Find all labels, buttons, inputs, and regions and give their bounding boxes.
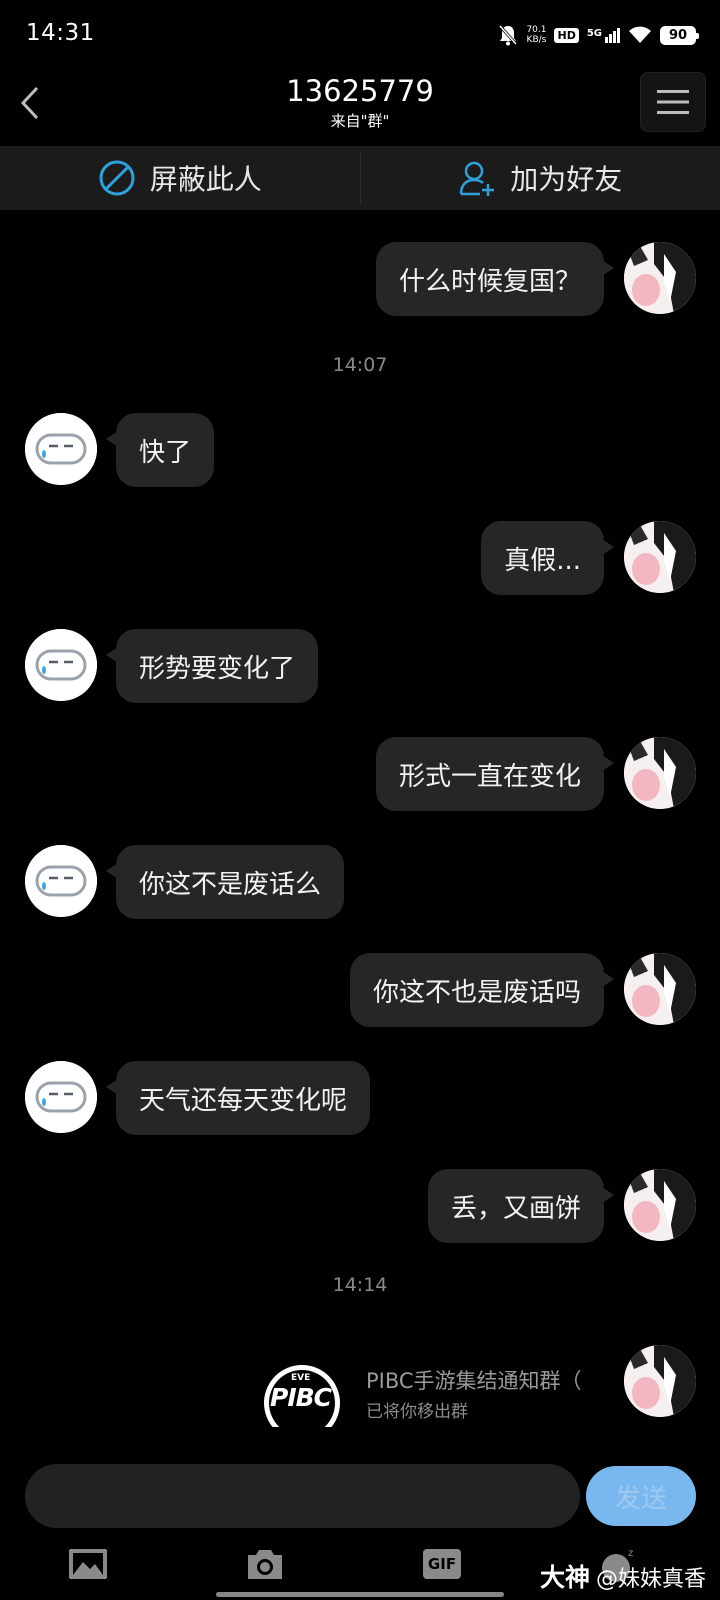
chat-title: 13625779: [286, 74, 434, 108]
message-bubble[interactable]: 丢，又画饼: [427, 1169, 615, 1243]
group-logo-small-text: EVE: [291, 1373, 311, 1383]
my-avatar[interactable]: [624, 521, 696, 593]
group-logo-text: PIBC: [270, 1383, 332, 1412]
blob-avatar-icon: [25, 845, 97, 917]
message-bubble[interactable]: 什么时候复国？: [375, 242, 615, 316]
message-row-incoming: 快了: [0, 413, 720, 487]
message-row-incoming: 你这不是废话么: [0, 845, 720, 919]
mute-bell-icon: [499, 25, 518, 46]
system-notice[interactable]: EVE PIBC PIBC手游集结通知群（ 已将你移出群: [0, 1345, 720, 1427]
timestamp: 14:14: [332, 1274, 388, 1296]
camera-button[interactable]: [243, 1546, 287, 1582]
action-bar: 屏蔽此人 加为好友: [0, 146, 720, 210]
my-avatar[interactable]: [624, 1345, 696, 1417]
gif-button[interactable]: GIF: [420, 1546, 464, 1582]
anime-avatar-icon: [624, 242, 696, 314]
add-friend-button[interactable]: 加为好友: [361, 146, 720, 210]
signal-icon: 5G: [586, 27, 620, 43]
watermark-brand: 大神: [539, 1563, 590, 1592]
contact-avatar[interactable]: [25, 1061, 97, 1133]
message-bubble[interactable]: 快了: [105, 413, 215, 487]
net-speed-unit: KB/s: [526, 35, 547, 45]
menu-button[interactable]: [640, 72, 706, 132]
block-icon: [99, 160, 135, 196]
message-row-outgoing: 什么时候复国？: [0, 242, 720, 316]
message-bubble[interactable]: 形式一直在变化: [375, 737, 615, 811]
gif-icon: GIF: [423, 1549, 461, 1579]
contact-avatar[interactable]: [25, 629, 97, 701]
notice-subtitle: 已将你移出群: [366, 1402, 468, 1422]
group-logo: EVE PIBC: [262, 1363, 344, 1427]
watermark-text: @妹妹真香: [595, 1567, 706, 1592]
notice-title: PIBC手游集结通知群（: [366, 1369, 582, 1393]
message-bubble[interactable]: 你这不也是废话吗: [349, 953, 615, 1027]
message-row-incoming: 天气还每天变化呢: [0, 1061, 720, 1135]
blob-avatar-icon: [25, 413, 97, 485]
status-bar: 14:31 70.1 KB/s HD 5G 90: [0, 0, 720, 66]
message-row-outgoing: 你这不也是废话吗: [0, 953, 720, 1027]
message-list[interactable]: 什么时候复国？ 14:07 快了 真假... 形势要变化了 形式一直在变化 你这…: [0, 210, 720, 1430]
block-user-button[interactable]: 屏蔽此人: [0, 146, 360, 210]
chat-screen: 14:31 70.1 KB/s HD 5G 90 13625779 来自"群" …: [0, 0, 720, 1600]
status-time: 14:31: [26, 20, 95, 46]
message-row-outgoing: 形式一直在变化: [0, 737, 720, 811]
net-speed: 70.1 KB/s: [526, 25, 546, 45]
bottom-toolbar: GIF z 大神 @妹妹真香: [0, 1538, 720, 1600]
home-indicator[interactable]: [216, 1592, 504, 1597]
anime-avatar-icon: [624, 953, 696, 1025]
timestamp: 14:07: [332, 354, 388, 376]
message-input[interactable]: [25, 1464, 580, 1528]
battery-indicator: 90: [660, 25, 699, 45]
net-speed-value: 70.1: [526, 25, 547, 35]
message-row-outgoing: 真假...: [0, 521, 720, 595]
my-avatar[interactable]: [624, 737, 696, 809]
wifi-icon: [629, 26, 651, 43]
image-icon: [69, 1549, 107, 1579]
my-avatar[interactable]: [624, 242, 696, 314]
block-user-label: 屏蔽此人: [149, 163, 262, 196]
image-button[interactable]: [66, 1546, 110, 1582]
blob-avatar-icon: [25, 629, 97, 701]
anime-avatar-icon: [624, 737, 696, 809]
message-bubble[interactable]: 天气还每天变化呢: [105, 1061, 371, 1135]
message-bubble[interactable]: 真假...: [481, 521, 614, 595]
network-type: 5G: [586, 27, 602, 39]
add-friend-icon: [459, 161, 495, 196]
contact-avatar[interactable]: [25, 845, 97, 917]
status-icons: 70.1 KB/s HD 5G 90: [498, 22, 699, 48]
message-bubble[interactable]: 你这不是废话么: [105, 845, 345, 919]
chat-header: 13625779 来自"群": [0, 66, 720, 146]
blob-avatar-icon: [25, 1061, 97, 1133]
my-avatar[interactable]: [624, 1169, 696, 1241]
send-button[interactable]: 发送: [586, 1466, 696, 1526]
message-bubble[interactable]: 形势要变化了: [105, 629, 319, 703]
anime-avatar-icon: [624, 1169, 696, 1241]
composer: 发送: [0, 1432, 720, 1528]
hd-badge: HD: [554, 27, 579, 43]
chat-subtitle: 来自"群": [330, 112, 390, 130]
watermark: 大神 @妹妹真香: [540, 1558, 706, 1594]
message-row-outgoing: 丢，又画饼: [0, 1169, 720, 1243]
add-friend-label: 加为好友: [510, 163, 623, 196]
my-avatar[interactable]: [624, 953, 696, 1025]
menu-icon: [657, 90, 689, 114]
anime-avatar-icon: [624, 521, 696, 593]
camera-icon: [248, 1550, 282, 1579]
message-row-incoming: 形势要变化了: [0, 629, 720, 703]
contact-avatar[interactable]: [25, 413, 97, 485]
anime-avatar-icon: [624, 1345, 696, 1417]
